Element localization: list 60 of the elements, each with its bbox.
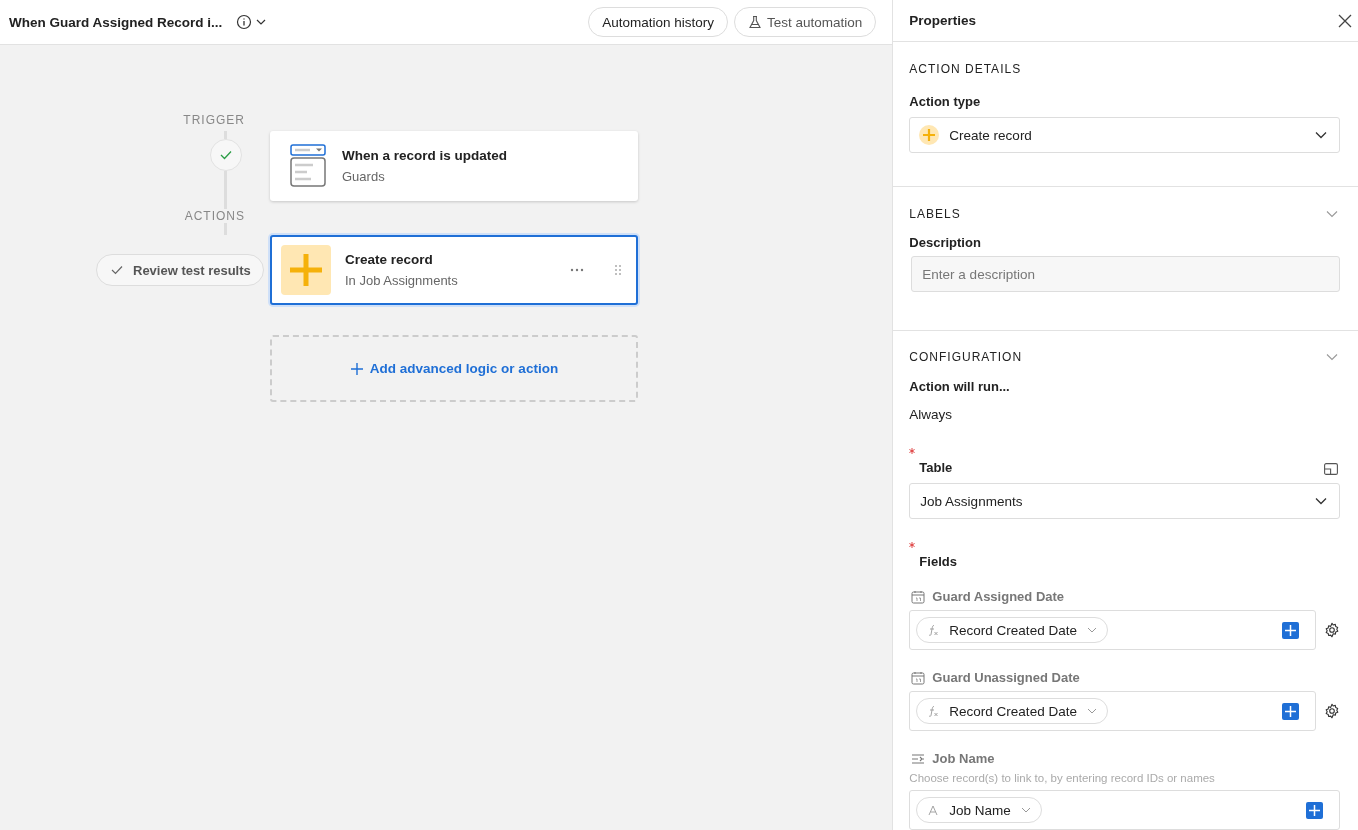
field-value-box[interactable]: Record Created Date — [909, 691, 1316, 731]
description-field[interactable]: Enter a description — [911, 256, 1340, 292]
field-name: Job Name — [932, 751, 995, 766]
info-icon[interactable] — [236, 14, 267, 30]
run-condition-text: Always — [909, 407, 954, 422]
field-label: Description — [909, 235, 982, 250]
trigger-card[interactable]: When a record is updated Guards — [270, 131, 638, 201]
calendar-icon — [911, 589, 926, 604]
formula-icon — [927, 624, 940, 636]
field-name: Guard Assigned Date — [932, 589, 1065, 604]
settings-icon[interactable] — [1324, 703, 1340, 719]
header-button[interactable]: Test automation — [734, 7, 877, 37]
link-field-icon — [911, 752, 926, 765]
settings-icon[interactable] — [1324, 622, 1340, 638]
card-subtitle: In Job Assignments — [345, 273, 458, 288]
field-value-box[interactable]: Job Name — [909, 790, 1340, 830]
field-label: Fields — [919, 554, 957, 569]
chevron-down-icon — [1086, 708, 1097, 714]
section-label: TRIGGER — [183, 113, 245, 127]
chevron-down-icon — [1315, 131, 1327, 139]
field-label: Table — [919, 460, 953, 475]
plus-icon — [349, 361, 364, 376]
panel-title: Properties — [909, 13, 977, 28]
card-subtitle: Guards — [342, 169, 386, 184]
text-type-icon — [927, 804, 940, 816]
card-title: Create record — [345, 252, 434, 267]
automation-title: When Guard Assigned Record i... — [9, 14, 223, 30]
field-name: Guard Unassigned Date — [932, 670, 1080, 685]
field-hint: Choose record(s) to link to, by entering record IDs or names — [909, 772, 1216, 784]
drag-handle-icon[interactable] — [614, 264, 622, 276]
add-action-button[interactable]: Add advanced logic or action — [270, 335, 638, 402]
form-icon — [290, 144, 328, 188]
table-select[interactable]: Job Assignments — [909, 483, 1340, 519]
plus-icon — [919, 125, 940, 145]
formula-icon — [927, 705, 940, 717]
section-heading: CONFIGURATION — [909, 350, 1023, 364]
add-icon[interactable] — [1282, 621, 1299, 639]
add-icon[interactable] — [1306, 801, 1323, 819]
field-value-box[interactable]: Record Created Date — [909, 610, 1316, 650]
card-title: When a record is updated — [342, 148, 508, 163]
section-label: ACTIONS — [184, 209, 245, 223]
header-button[interactable]: Automation history — [588, 7, 729, 37]
calendar-icon — [911, 670, 926, 685]
chevron-down-icon — [1315, 497, 1327, 505]
action-card[interactable]: Create record In Job Assignments — [270, 235, 638, 305]
more-icon[interactable] — [570, 268, 584, 272]
review-test-results-button[interactable]: Review test results — [96, 254, 264, 286]
panel-icon[interactable] — [1324, 463, 1338, 475]
chevron-down-icon — [1086, 627, 1097, 633]
chevron-down-icon — [1020, 807, 1031, 813]
add-icon[interactable] — [1282, 702, 1299, 720]
section-heading: ACTION DETAILS — [909, 62, 1023, 76]
check-icon — [111, 265, 123, 275]
section-heading: LABELS — [909, 207, 961, 221]
action-type-select[interactable]: Create record — [909, 117, 1340, 153]
flask-icon — [748, 15, 763, 29]
field-label: Action will run... — [909, 379, 1011, 394]
plus-icon — [281, 245, 331, 295]
field-label: Action type — [909, 94, 982, 109]
close-icon[interactable] — [1338, 13, 1352, 28]
